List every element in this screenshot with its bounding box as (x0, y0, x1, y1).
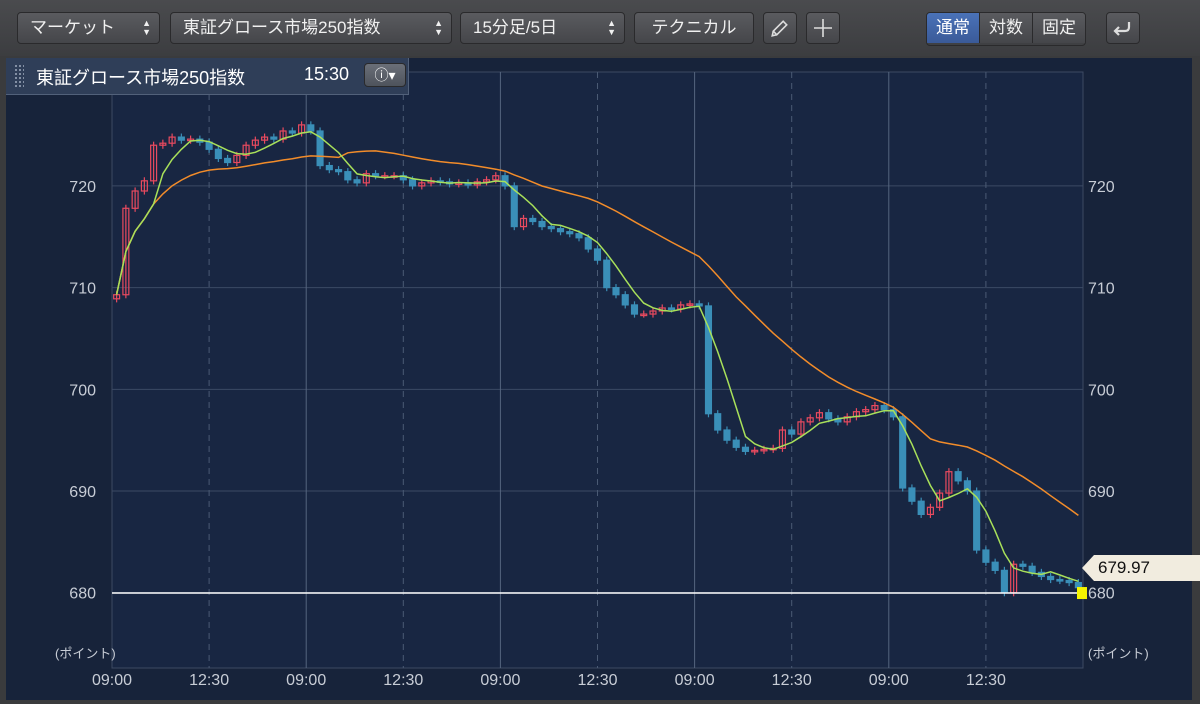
candle-body (1065, 579, 1073, 584)
x-tick-label: 12:30 (189, 672, 229, 689)
candle-body (917, 500, 925, 516)
x-tick-label: 09:00 (92, 672, 132, 689)
x-tick-label: 09:00 (480, 672, 520, 689)
y-tick-label-right: 700 (1088, 382, 1115, 399)
candle-body (224, 157, 232, 164)
y-tick-label-left: 690 (69, 484, 96, 501)
candle-body (371, 173, 380, 177)
candle-body (880, 404, 888, 411)
candle-body (177, 136, 185, 141)
candle-body (603, 259, 611, 289)
x-tick-label: 12:30 (966, 672, 1006, 689)
candle-body (566, 231, 574, 235)
candle-body (307, 124, 315, 132)
candle-body (529, 217, 537, 223)
candle-body (612, 287, 620, 296)
candle-body (621, 294, 629, 306)
candle-body (1019, 563, 1027, 567)
candle-body (344, 171, 352, 181)
candle-body (1074, 581, 1082, 589)
candle-body (353, 179, 361, 184)
candle-body (584, 237, 592, 250)
candle-body (214, 148, 222, 160)
y-tick-label-right: 680 (1088, 586, 1115, 603)
candle-body (408, 179, 417, 187)
y-tick-label-right: 720 (1088, 179, 1115, 196)
candle-body (538, 220, 546, 228)
x-tick-label: 12:30 (577, 672, 617, 689)
x-tick-label: 09:00 (286, 672, 326, 689)
candle-body (741, 446, 750, 452)
candle-body (825, 412, 833, 420)
candle-body (1028, 565, 1036, 573)
last-price-tag: 679.97 (1082, 555, 1200, 581)
info-dropdown-button[interactable]: ⓘ▾ (364, 63, 406, 87)
drag-handle-icon[interactable] (14, 64, 24, 88)
last-price-marker (1077, 587, 1087, 600)
instrument-name: 東証グロース市場250指数 (36, 68, 246, 88)
y-tick-label-left: 680 (69, 586, 96, 603)
x-tick-label: 09:00 (869, 672, 909, 689)
last-time: 15:30 (304, 64, 350, 84)
y-unit-label-right: (ポイント) (1088, 646, 1149, 661)
y-unit-label-left: (ポイント) (55, 646, 116, 661)
y-tick-label-left: 720 (69, 179, 96, 196)
candle-body (630, 304, 639, 315)
candle-body (667, 307, 676, 311)
x-tick-label: 12:30 (383, 672, 423, 689)
candle-body (788, 429, 796, 435)
title-panel: 東証グロース市場250指数 15:30 ⓘ▾ (6, 58, 409, 95)
candle-body (325, 164, 333, 171)
x-tick-label: 12:30 (772, 672, 812, 689)
y-tick-label-left: 700 (69, 382, 96, 399)
candle-body (954, 471, 962, 482)
candlestick-chart: 680 680 690 690 700 700 710 710 720 720 (ポイント) (ポイン… (55, 71, 1149, 689)
candle-body (270, 136, 278, 140)
candle-body (575, 233, 583, 239)
candle-body (288, 130, 296, 134)
candle-body (1056, 578, 1064, 582)
candle-body (991, 561, 999, 571)
x-tick-label: 09:00 (675, 672, 715, 689)
candle-body (335, 169, 343, 173)
y-tick-label-right: 690 (1088, 484, 1115, 501)
candle-body (1000, 569, 1008, 594)
candle-body (908, 487, 916, 502)
candle-body (547, 225, 555, 230)
candle-body (714, 413, 722, 431)
candle-body (1047, 575, 1055, 581)
candle-body (982, 549, 990, 563)
candle-body (732, 439, 740, 448)
candle-body (556, 228, 565, 233)
info-icon: ⓘ▾ (374, 67, 396, 83)
candle-body (593, 248, 602, 261)
y-tick-label-right: 710 (1088, 281, 1115, 298)
candle-body (723, 429, 731, 441)
y-tick-label-left: 710 (69, 281, 96, 298)
